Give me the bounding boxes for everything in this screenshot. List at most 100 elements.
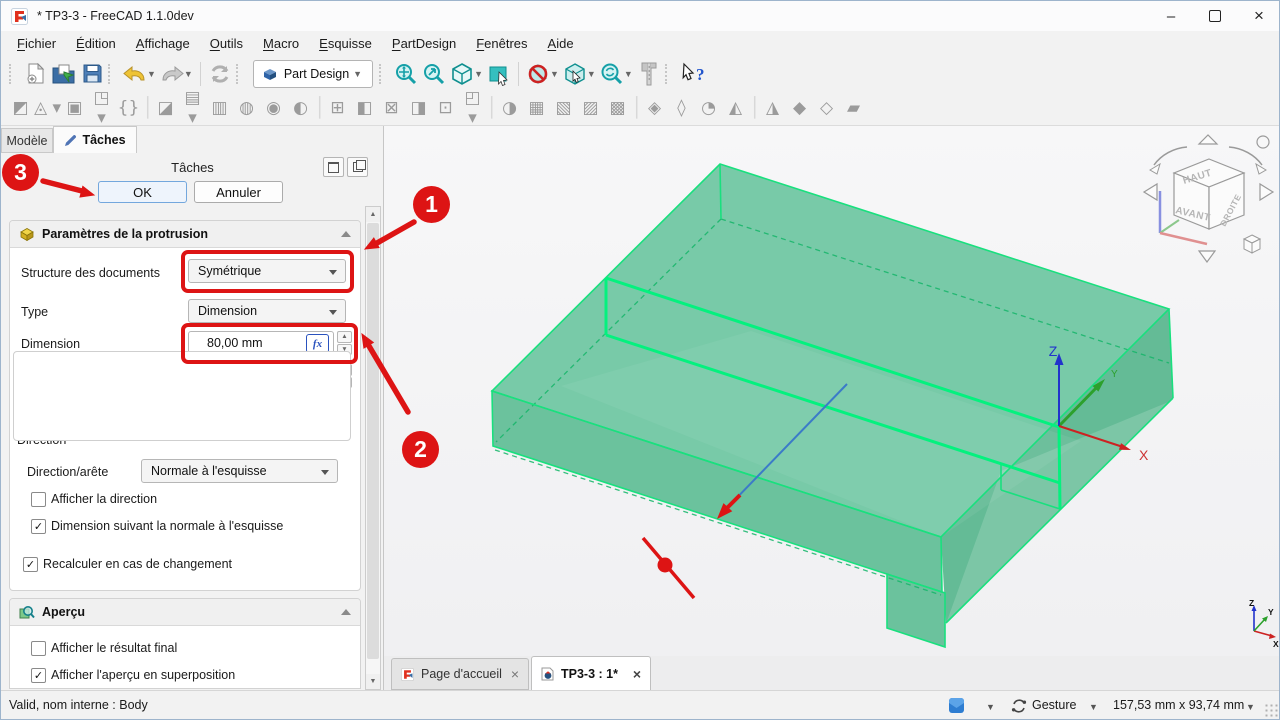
partdesign-tool-icon[interactable]: ◳ ▾ xyxy=(88,88,115,128)
menu-item[interactable]: Esquisse xyxy=(309,33,382,54)
type-dropdown[interactable]: Dimension xyxy=(188,299,346,323)
menu-item[interactable]: Macro xyxy=(253,33,309,54)
partdesign-tool-icon[interactable]: ⊠ xyxy=(378,98,405,118)
partdesign-tool-icon[interactable]: ◔ xyxy=(695,98,722,118)
zoom-selection-icon[interactable] xyxy=(420,60,448,88)
partdesign-tool-icon[interactable]: ◆ xyxy=(786,98,813,118)
redo-icon[interactable] xyxy=(158,60,186,88)
partdesign-tool-icon[interactable]: ▣ xyxy=(61,98,88,118)
dock-float-icon[interactable] xyxy=(347,157,368,177)
partdesign-tool-icon[interactable]: ◰ ▾ xyxy=(459,88,486,128)
partdesign-tool-icon[interactable]: ◈ xyxy=(641,98,668,118)
direction-edge-dropdown[interactable]: Normale à l'esquisse xyxy=(141,459,338,483)
partdesign-tool-icon[interactable]: ◮ xyxy=(759,98,786,118)
cancel-button[interactable]: Annuler xyxy=(194,181,283,203)
show-overlay-checkbox[interactable] xyxy=(31,668,46,683)
view-caret[interactable]: ▼ xyxy=(474,69,483,79)
open-file-icon[interactable] xyxy=(50,60,78,88)
refresh-icon[interactable] xyxy=(206,60,234,88)
close-tab-icon[interactable]: × xyxy=(633,666,641,682)
partdesign-tool-icon[interactable]: ◩ xyxy=(7,98,34,118)
show-direction-checkbox[interactable] xyxy=(31,492,46,507)
view-dimensions[interactable]: 157,53 mm x 93,74 mm xyxy=(1113,698,1244,712)
update-view-checkbox[interactable] xyxy=(23,557,38,572)
partdesign-tool-icon[interactable]: ▨ xyxy=(577,98,604,118)
measure-icon[interactable] xyxy=(635,60,663,88)
along-normal-checkbox[interactable] xyxy=(31,519,46,534)
menu-item[interactable]: Affichage xyxy=(126,33,200,54)
scroll-up-icon[interactable]: ▲ xyxy=(366,207,380,222)
whats-this-icon[interactable]: ? xyxy=(678,60,712,88)
partdesign-tool-icon[interactable]: ◭ xyxy=(722,98,749,118)
tab-tasks[interactable]: Tâches xyxy=(53,126,137,153)
partdesign-tool-icon[interactable]: ◐ xyxy=(287,98,314,118)
partdesign-tool-icon[interactable]: ◬ ▾ xyxy=(34,98,61,118)
show-final-checkbox[interactable] xyxy=(31,641,46,656)
navigation-cube[interactable]: HAUT AVANT DROITE xyxy=(1144,135,1273,262)
tab-model[interactable]: Modèle xyxy=(1,128,53,153)
scroll-down-icon[interactable]: ▼ xyxy=(366,674,380,689)
redo-caret[interactable]: ▼ xyxy=(184,69,193,79)
menu-item[interactable]: Édition xyxy=(66,33,126,54)
close-button[interactable]: × xyxy=(1237,1,1280,31)
panel-scrollbar[interactable]: ▲ ▼ xyxy=(365,206,381,690)
partdesign-tool-icon[interactable]: ◪ xyxy=(152,98,179,118)
navigation-cube-icon[interactable] xyxy=(561,60,589,88)
document-icon xyxy=(541,667,554,681)
sync-view-icon[interactable] xyxy=(598,60,626,88)
preview-section-header[interactable]: Aperçu xyxy=(10,599,360,626)
close-tab-icon[interactable]: × xyxy=(511,666,519,682)
partdesign-tool-icon[interactable]: ⊞ xyxy=(324,98,351,118)
3d-viewport[interactable]: Y Z X xyxy=(384,126,1280,656)
dock-collapse-icon[interactable] xyxy=(323,157,344,177)
zoom-fit-icon[interactable] xyxy=(392,60,420,88)
pad-preview-model[interactable] xyxy=(492,164,1173,647)
ok-button[interactable]: OK xyxy=(98,181,187,203)
menu-item[interactable]: Outils xyxy=(200,33,253,54)
navigation-style-icon[interactable] xyxy=(1011,698,1027,714)
undo-caret[interactable]: ▼ xyxy=(147,69,156,79)
menu-item[interactable]: Fenêtres xyxy=(466,33,537,54)
workbench-selector[interactable]: Part Design ▼ xyxy=(253,60,373,88)
isometric-view-icon[interactable] xyxy=(448,60,476,88)
clipping-off-icon[interactable] xyxy=(524,60,552,88)
partdesign-tool-icon[interactable]: ▥ xyxy=(206,98,233,118)
partdesign-tool-icon[interactable]: {} xyxy=(115,98,142,118)
partdesign-tool-icon[interactable]: ◧ xyxy=(351,98,378,118)
box-selection-icon[interactable] xyxy=(485,60,513,88)
partdesign-tool-icon[interactable]: ◑ xyxy=(496,98,523,118)
minimize-button[interactable]: – xyxy=(1149,1,1193,31)
navigation-caret[interactable]: ▼ xyxy=(587,69,596,79)
partdesign-tool-icon[interactable]: ◇ xyxy=(813,98,840,118)
partdesign-tool-icon[interactable]: ▰ xyxy=(840,98,867,118)
dimensions-caret[interactable]: ▼ xyxy=(1246,702,1255,712)
clipping-caret[interactable]: ▼ xyxy=(550,69,559,79)
save-icon[interactable] xyxy=(78,60,106,88)
draw-style-caret[interactable]: ▼ xyxy=(986,702,995,712)
tab-document[interactable]: TP3-3 : 1* × xyxy=(531,656,651,690)
partdesign-tool-icon[interactable]: ▩ xyxy=(604,98,631,118)
resize-grip[interactable] xyxy=(1264,703,1278,717)
navigation-style-caret[interactable]: ▼ xyxy=(1089,702,1098,712)
maximize-button[interactable] xyxy=(1193,1,1237,31)
partdesign-tool-icon[interactable]: ▤ ▾ xyxy=(179,88,206,128)
partdesign-tool-icon[interactable]: ▦ xyxy=(523,98,550,118)
partdesign-tool-icon[interactable]: ◍ xyxy=(233,98,260,118)
navigation-style-label[interactable]: Gesture xyxy=(1032,698,1076,712)
undo-icon[interactable] xyxy=(121,60,149,88)
tab-start-page[interactable]: Page d'accueil × xyxy=(391,658,529,690)
menu-item[interactable]: PartDesign xyxy=(382,33,466,54)
pad-section-header[interactable]: Paramètres de la protrusion xyxy=(10,221,360,248)
menu-item[interactable]: Fichier xyxy=(7,33,66,54)
partdesign-tool-icon[interactable]: ⊡ xyxy=(432,98,459,118)
toolbar-separator: │ xyxy=(314,97,324,119)
draw-style-icon[interactable] xyxy=(948,697,965,714)
menu-item[interactable]: Aide xyxy=(538,33,584,54)
partdesign-tool-icon[interactable]: ▧ xyxy=(550,98,577,118)
partdesign-tool-icon[interactable]: ◊ xyxy=(668,98,695,118)
sync-caret[interactable]: ▼ xyxy=(624,69,633,79)
scrollbar-thumb[interactable] xyxy=(367,223,379,659)
new-document-icon[interactable] xyxy=(22,60,50,88)
partdesign-tool-icon[interactable]: ◨ xyxy=(405,98,432,118)
partdesign-tool-icon[interactable]: ◉ xyxy=(260,98,287,118)
